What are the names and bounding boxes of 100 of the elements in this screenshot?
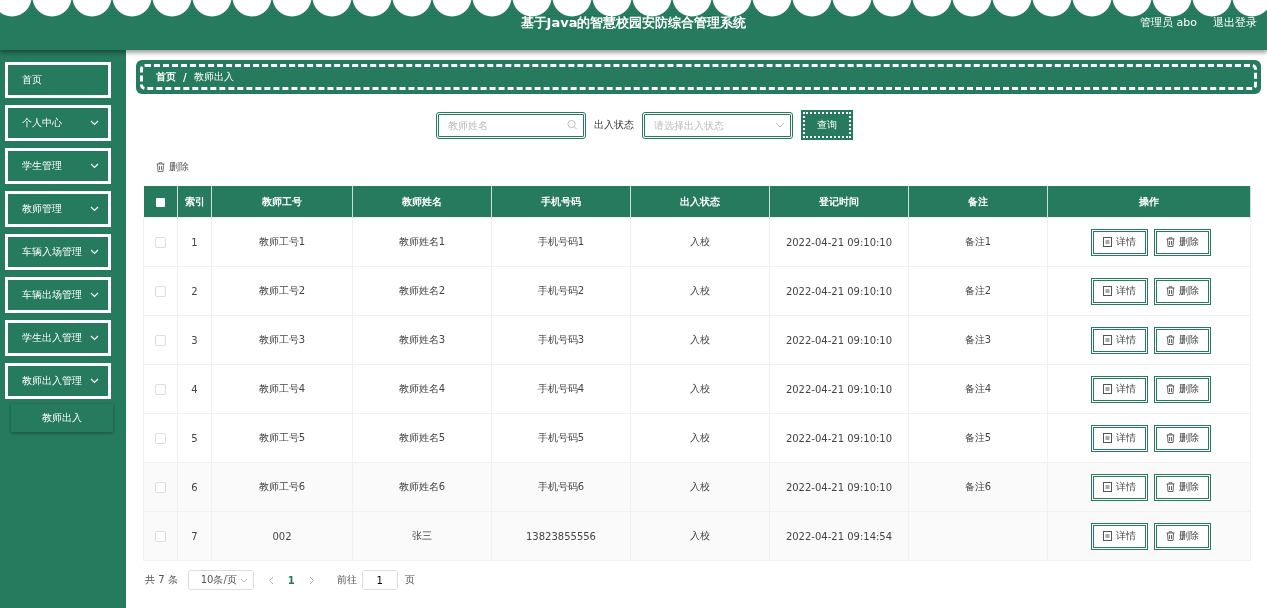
row-checkbox[interactable] <box>155 236 166 248</box>
query-button[interactable]: 查询 <box>803 112 851 138</box>
table-cell: 张三 <box>352 511 492 561</box>
table-cell: 入校 <box>630 462 770 512</box>
document-icon <box>1103 286 1112 296</box>
table-cell: 备注5 <box>908 413 1048 463</box>
table-cell: 手机号码5 <box>491 413 631 463</box>
table-cell: 入校 <box>630 217 770 267</box>
goto-label: 前往 <box>336 573 357 587</box>
menu-item[interactable]: 学生管理 <box>5 148 111 184</box>
trash-icon <box>1166 384 1175 394</box>
table-cell: 教师姓名2 <box>352 266 492 316</box>
trash-icon <box>1166 482 1175 492</box>
name-search-field[interactable]: 教师姓名 <box>436 111 586 139</box>
table-cell: 手机号码6 <box>491 462 631 512</box>
chevron-icon <box>90 163 99 169</box>
table-cell: 2022-04-21 09:10:10 <box>769 315 909 365</box>
page-input[interactable]: 1 <box>361 570 398 590</box>
table-cell: 教师工号1 <box>211 217 353 267</box>
row-checkbox[interactable] <box>155 432 166 444</box>
table-cell: 备注4 <box>908 364 1048 414</box>
table-cell: 入校 <box>630 511 770 561</box>
table-cell: 入校 <box>630 266 770 316</box>
table-cell: 1 <box>177 217 212 267</box>
page-suffix: 页 <box>404 573 415 587</box>
menu-item[interactable]: 车辆入场管理 <box>5 234 111 270</box>
row-checkbox[interactable] <box>155 285 166 297</box>
row-checkbox[interactable] <box>155 383 166 395</box>
page-size-select[interactable]: 10条/页 <box>187 570 254 590</box>
table-cell: 手机号码1 <box>491 217 631 267</box>
table-cell: 2022-04-21 09:14:54 <box>769 511 909 561</box>
menu-item[interactable]: 教师出入管理 <box>5 363 111 399</box>
delete-button[interactable]: 删除 <box>1154 228 1211 256</box>
delete-button[interactable]: 删除 <box>136 156 193 178</box>
table-cell: 教师姓名1 <box>352 217 492 267</box>
column-header: 教师姓名 <box>352 186 492 218</box>
chevron-icon <box>90 292 99 298</box>
trash-icon <box>1166 335 1175 345</box>
trash-icon <box>1166 531 1175 541</box>
breadcrumb-link[interactable]: 首页 <box>156 70 176 84</box>
table-cell: 教师工号5 <box>211 413 353 463</box>
table-cell: 2022-04-21 09:10:10 <box>769 462 909 512</box>
delete-button[interactable]: 删除 <box>1154 277 1211 305</box>
table-cell: 002 <box>211 511 353 561</box>
details-button[interactable]: 详情 <box>1091 375 1148 403</box>
table-cell: 入校 <box>630 364 770 414</box>
table-cell: 教师姓名4 <box>352 364 492 414</box>
details-button[interactable]: 详情 <box>1091 424 1148 452</box>
table-cell: 13823855556 <box>491 511 631 561</box>
menu-item[interactable]: 个人中心 <box>5 105 111 141</box>
chevron-icon <box>90 335 99 341</box>
trash-icon <box>1166 237 1175 247</box>
next-page-icon[interactable] <box>308 575 315 585</box>
breadcrumb-separator: / <box>183 71 187 83</box>
details-button[interactable]: 详情 <box>1091 522 1148 550</box>
total-count: 共 7 条 <box>145 573 178 587</box>
document-icon <box>1103 482 1112 492</box>
row-checkbox[interactable] <box>155 530 166 542</box>
table-cell: 教师姓名3 <box>352 315 492 365</box>
table-cell: 5 <box>177 413 212 463</box>
chevron-icon <box>90 378 99 384</box>
logout-link[interactable]: 退出登录 <box>1213 15 1257 30</box>
table-cell: 备注2 <box>908 266 1048 316</box>
table-cell: 2 <box>177 266 212 316</box>
delete-button[interactable]: 删除 <box>1154 473 1211 501</box>
table-cell: 手机号码2 <box>491 266 631 316</box>
table-cell: 入校 <box>630 413 770 463</box>
menu-item[interactable]: 首页 <box>5 62 111 98</box>
table-cell: 备注1 <box>908 217 1048 267</box>
column-header: 教师工号 <box>211 186 353 218</box>
page-number[interactable]: 1 <box>287 574 295 586</box>
details-button[interactable]: 详情 <box>1091 277 1148 305</box>
menu-item[interactable]: 车辆出场管理 <box>5 277 111 313</box>
details-button[interactable]: 详情 <box>1091 228 1148 256</box>
column-header: 索引 <box>177 186 212 218</box>
details-button[interactable]: 详情 <box>1091 326 1148 354</box>
delete-button[interactable]: 删除 <box>1154 326 1211 354</box>
table-cell: 3 <box>177 315 212 365</box>
delete-button[interactable]: 删除 <box>1154 522 1211 550</box>
document-icon <box>1103 335 1112 345</box>
status-select[interactable]: 请选择出入状态 <box>642 111 793 139</box>
user-name: 管理员 abo <box>1140 15 1197 30</box>
menu-item[interactable]: 学生出入管理 <box>5 320 111 356</box>
table-cell: 2022-04-21 09:10:10 <box>769 266 909 316</box>
previous-page-icon[interactable] <box>267 575 274 585</box>
chevron-icon <box>239 577 248 583</box>
select-all-checkbox[interactable] <box>155 197 165 207</box>
table-cell: 入校 <box>630 315 770 365</box>
row-checkbox[interactable] <box>155 481 166 493</box>
column-header: 操作 <box>1047 186 1251 218</box>
table-cell: 2022-04-21 09:10:10 <box>769 413 909 463</box>
row-checkbox[interactable] <box>155 334 166 346</box>
details-button[interactable]: 详情 <box>1091 473 1148 501</box>
delete-button[interactable]: 删除 <box>1154 375 1211 403</box>
column-header: 备注 <box>908 186 1048 218</box>
chevron-icon <box>90 206 99 212</box>
submenu-item[interactable]: 教师出入 <box>11 404 113 432</box>
document-icon <box>1103 531 1112 541</box>
delete-button[interactable]: 删除 <box>1154 424 1211 452</box>
menu-item[interactable]: 教师管理 <box>5 191 111 227</box>
